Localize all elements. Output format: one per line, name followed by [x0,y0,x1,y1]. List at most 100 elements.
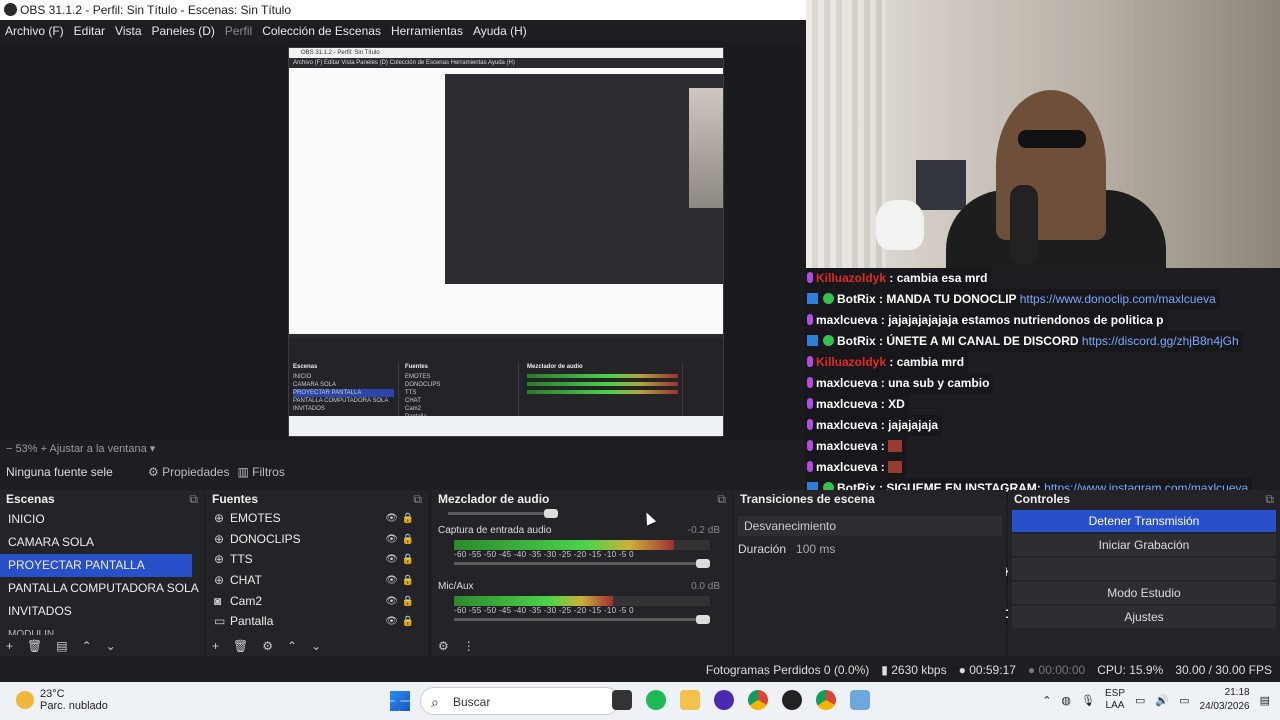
scene-item-selected[interactable]: PROYECTAR PANTALLA [0,554,192,577]
spotify-icon[interactable] [646,690,666,710]
scene-item[interactable]: CAMARA SOLA [0,531,204,554]
menu-editar[interactable]: Editar [69,24,110,38]
chrome-icon[interactable] [816,690,836,710]
filter-icon[interactable]: ▤ [56,639,67,653]
fit-mode[interactable]: Ajustar a la ventana [49,443,146,455]
menu-paneles[interactable]: Paneles (D) [147,24,220,38]
chat-username: Killuazoldyk [816,355,887,369]
slider-knob[interactable] [544,509,558,518]
studio-mode-button[interactable]: Modo Estudio [1012,582,1276,604]
more-icon[interactable]: ⋮ [463,639,475,653]
chat-username: maxlcueva [816,376,878,390]
volume-icon[interactable]: 🔊 [1155,694,1169,707]
mic-icon[interactable]: 🎙 [1081,694,1095,707]
obs-icon[interactable] [782,690,802,710]
source-item[interactable]: ▭ Pantalla 👁 🔒 [206,611,428,632]
eye-icon[interactable]: 👁 [385,591,398,612]
dock-menu-icon[interactable]: ⧉ [1265,490,1274,508]
start-recording-button[interactable]: Iniciar Grabación [1012,534,1276,556]
lock-icon[interactable]: 🔒 [402,611,414,632]
dock-menu-icon[interactable]: ⧉ [189,490,198,508]
language-indicator[interactable]: ESP LAA [1105,688,1125,712]
volume-slider[interactable] [454,615,710,624]
lock-icon[interactable]: 🔒 [402,529,414,550]
volume-slider[interactable] [454,559,710,568]
date: 24/03/2026 [1199,701,1250,712]
chat-link[interactable]: https://www.donoclip.com/maxlcueva [1020,292,1216,306]
down-icon[interactable]: ⌄ [311,639,321,653]
menu-coleccion[interactable]: Colección de Escenas [257,24,386,38]
settings-button[interactable]: Ajustes [1012,606,1276,628]
network-icon[interactable]: ◍ [1061,694,1071,707]
add-icon[interactable]: + [6,639,13,653]
eye-icon[interactable]: 👁 [385,611,398,632]
transition-select[interactable]: Desvanecimiento [738,516,1002,536]
dock-menu-icon[interactable]: ⧉ [413,490,422,508]
menu-herramientas[interactable]: Herramientas [386,24,468,38]
add-icon[interactable]: + [212,639,219,653]
source-label: TTS [230,552,253,567]
menu-perfil[interactable]: Perfil [220,24,257,38]
windows-start-icon[interactable] [390,691,410,711]
gear-icon[interactable]: ⚙ [262,639,273,653]
display-icon[interactable]: ▭ [1135,694,1145,707]
eye-icon[interactable]: 👁 [385,508,398,529]
battery-icon[interactable]: ▭ [1179,694,1189,707]
menu-ayuda[interactable]: Ayuda (H) [468,24,532,38]
menu-archivo[interactable]: Archivo (F) [0,24,69,38]
slider-knob[interactable] [696,615,710,624]
gear-icon[interactable]: ⚙ [438,639,449,653]
up-icon[interactable]: ⌃ [287,639,297,653]
emote-image [888,461,903,473]
eye-icon[interactable]: 👁 [385,570,398,591]
source-item[interactable]: ◙ Cam2 👁 🔒 [206,591,428,612]
menu-vista[interactable]: Vista [110,24,146,38]
bitrate: ▮ 2630 kbps [881,663,947,677]
dock-menu-icon[interactable]: ⧉ [717,490,726,508]
source-item[interactable]: ⊕ TTS 👁 🔒 [206,549,428,570]
folder-icon[interactable] [680,690,700,710]
lock-icon[interactable]: 🔒 [402,570,414,591]
lock-icon[interactable]: 🔒 [402,508,414,529]
source-item[interactable]: ⊕ EMOTES 👁 🔒 [206,508,428,529]
scene-item[interactable]: INICIO [0,508,204,531]
app-icon[interactable] [714,690,734,710]
chevron-up-icon[interactable]: ⌃ [1042,694,1051,707]
master-slider[interactable] [448,509,558,518]
transition-type: Desvanecimiento [744,519,837,533]
transitions-header: Transiciones de escena [734,490,1006,508]
scene-item[interactable]: INVITADOS [0,600,204,623]
taskbar-search[interactable]: ⌕ Buscar [420,687,620,715]
nested-screen-capture: OBS 31.1.2 - Perfil: Sin Título Archivo … [288,47,724,437]
minus-icon[interactable]: − [6,443,12,455]
virtual-camera-button[interactable] [1012,558,1276,580]
source-item[interactable]: ⊕ DONOCLIPS 👁 🔒 [206,529,428,550]
duration-input[interactable]: 100 ms [796,542,835,556]
clock[interactable]: 21:18 24/03/2026 [1200,686,1250,714]
app-icon[interactable] [612,690,632,710]
trash-icon[interactable]: 🗑 [27,639,42,653]
plus-icon[interactable]: + [41,443,47,455]
notification-icon[interactable]: ▤ [1260,694,1270,707]
weather-widget[interactable]: 23°C Parc. nublado [16,688,108,712]
trash-icon[interactable]: 🗑 [233,639,248,653]
down-icon[interactable]: ⌄ [106,639,116,653]
up-icon[interactable]: ⌃ [82,639,92,653]
slider-knob[interactable] [696,559,710,568]
filters-button[interactable]: ▥ Filtros [229,465,284,479]
properties-button[interactable]: ⚙ Propiedades [140,465,229,479]
scene-item[interactable]: PANTALLA COMPUTADORA SOLA [0,577,204,600]
chat-username: maxlcueva [816,439,878,453]
search-placeholder: Buscar [453,695,491,709]
stop-stream-button[interactable]: Detener Transmisión [1012,510,1276,532]
source-item[interactable]: ⊕ CHAT 👁 🔒 [206,570,428,591]
chat-link[interactable]: https://discord.gg/zhjB8n4jGh [1082,334,1239,348]
chrome-icon[interactable] [748,690,768,710]
eye-icon[interactable]: 👁 [385,529,398,550]
lock-icon[interactable]: 🔒 [402,591,414,612]
chevron-down-icon[interactable]: ▾ [150,443,156,455]
app-icon[interactable] [850,690,870,710]
scene-item[interactable]: MODULIN [0,623,204,635]
eye-icon[interactable]: 👁 [385,549,398,570]
lock-icon[interactable]: 🔒 [402,549,414,570]
